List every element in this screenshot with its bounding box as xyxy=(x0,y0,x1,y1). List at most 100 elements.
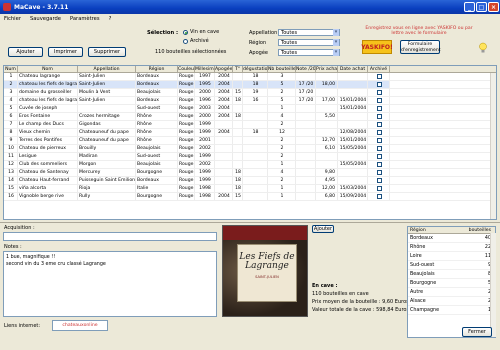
column-header[interactable]: Nb bouteilles xyxy=(268,66,296,72)
add-button[interactable]: Ajouter xyxy=(8,47,43,57)
radio-selected-icon xyxy=(183,29,188,35)
archived-checkbox[interactable] xyxy=(368,97,390,104)
table-row[interactable]: 9 Terres des Pontifes Chateauneuf du pape R… xyxy=(4,137,496,145)
apogee-label: Apogée xyxy=(249,50,268,56)
registration-form-button[interactable]: Formulaire d'enregistrement xyxy=(400,40,441,54)
table-cell: 2004 xyxy=(215,129,233,136)
menu-fichier[interactable]: Fichier xyxy=(4,16,21,22)
appellation-select[interactable]: Toutes xyxy=(278,29,340,36)
table-cell: 1998 xyxy=(195,193,215,200)
internet-link[interactable]: chateauxonline xyxy=(52,320,108,331)
archived-checkbox[interactable] xyxy=(368,113,390,120)
table-cell xyxy=(296,153,316,160)
table-row[interactable]: 15 viña alcorta Rioja Italie Rouge 1998 18 1 12,… xyxy=(4,185,496,193)
menu-sauvegarde[interactable]: Sauvegarde xyxy=(30,16,61,22)
archived-checkbox[interactable] xyxy=(368,73,390,80)
column-header[interactable]: T° xyxy=(233,66,243,72)
add-photo-button[interactable]: Ajouter xyxy=(312,225,334,233)
archived-checkbox[interactable] xyxy=(368,89,390,96)
menu-help[interactable]: ? xyxy=(109,16,112,22)
table-row[interactable]: 16 Vignoble berge rive Rully Bourgogne Rouge… xyxy=(4,193,496,201)
table-cell: 1 xyxy=(4,73,18,80)
table-cell: 9,80 xyxy=(316,169,338,176)
radio-archived[interactable]: Archivé xyxy=(183,38,209,44)
table-row[interactable]: 8 Vieux chemin Chateauneuf du pape Rhône Rou… xyxy=(4,129,496,137)
close-button[interactable]: × xyxy=(488,2,499,12)
table-cell: Rouge xyxy=(179,73,195,80)
region-row[interactable]: Bourgogne 5 xyxy=(408,279,495,288)
column-header[interactable]: Prix achat xyxy=(316,66,338,72)
region-row[interactable]: Sud-ouest 9 xyxy=(408,261,495,270)
table-cell: Le champ des Ducs xyxy=(18,121,78,128)
region-row[interactable]: Loire 11 xyxy=(408,252,495,261)
table-row[interactable]: 7 Le champ des Ducs Gigondas Rhône Rouge 1999… xyxy=(4,121,496,129)
table-row[interactable]: 10 Chateau de pierreux Brouilly Beaujolais R… xyxy=(4,145,496,153)
column-header[interactable]: dégustation xyxy=(243,66,268,72)
column-header[interactable]: Région xyxy=(136,66,178,72)
yaskifo-logo[interactable]: YASKIFO! xyxy=(361,40,393,54)
archived-checkbox[interactable] xyxy=(368,129,390,136)
region-table-scrollbar[interactable] xyxy=(490,233,496,337)
radio-in-cellar[interactable]: Vin en cave xyxy=(183,29,219,35)
delete-button[interactable]: Supprimer xyxy=(88,47,126,57)
column-header[interactable]: Apogée xyxy=(215,66,233,72)
archived-checkbox[interactable] xyxy=(368,185,390,192)
table-cell: Sud-ouest xyxy=(136,153,178,160)
print-button[interactable]: Imprimer xyxy=(48,47,83,57)
table-row[interactable]: 2chateau les fiefs de lagrangeSaint-Juli… xyxy=(4,81,496,89)
table-cell: 19 xyxy=(243,89,268,96)
acquisition-field[interactable] xyxy=(3,232,217,241)
column-header[interactable]: Appellation xyxy=(78,66,136,72)
column-header[interactable]: Couleur xyxy=(178,66,195,72)
column-header[interactable]: Num xyxy=(4,66,18,72)
region-row[interactable]: Beaujolais 8 xyxy=(408,270,495,279)
wine-table: Num Nom Appellation Région Couleur Millesime A… xyxy=(3,65,497,220)
table-row[interactable]: 4chateau les fiefs de lagrangeSaint-Juli… xyxy=(4,97,496,105)
table-row[interactable]: 11 Lesigue Madiran Sud-ouest Rouge 1999 2 xyxy=(4,153,496,161)
archived-checkbox[interactable] xyxy=(368,145,390,152)
column-header[interactable]: Nom xyxy=(18,66,78,72)
region-row[interactable]: Bordeaux 40 xyxy=(408,234,495,243)
table-cell xyxy=(233,105,243,112)
table-cell xyxy=(233,161,243,168)
minimize-button[interactable]: _ xyxy=(464,2,475,12)
menu-parametres[interactable]: Paramètres xyxy=(70,16,100,22)
table-cell: Beaujolais xyxy=(136,145,178,152)
region-row[interactable]: Champagne 1 xyxy=(408,306,495,315)
column-header[interactable]: Archivé xyxy=(368,66,390,72)
table-row[interactable]: 5 Cuvée de joseph Sud-ouest Rouge 2003 2004 1 1… xyxy=(4,105,496,113)
region-name: Alsace xyxy=(410,299,426,304)
archived-checkbox[interactable] xyxy=(368,81,390,88)
archived-checkbox[interactable] xyxy=(368,169,390,176)
archived-checkbox[interactable] xyxy=(368,153,390,160)
region-row[interactable]: Alsace 2 xyxy=(408,297,495,306)
apogee-select[interactable]: Toutes xyxy=(278,49,340,56)
archived-checkbox[interactable] xyxy=(368,161,390,168)
table-cell: 3 xyxy=(268,73,296,80)
table-row[interactable]: 1 Chateau lagrange Saint-Julien Bordeaux Rou… xyxy=(4,73,496,81)
wine-table-scrollbar[interactable] xyxy=(490,73,496,219)
table-cell: Rouge xyxy=(179,121,195,128)
table-cell: Chateau Haut-ferrand xyxy=(18,177,78,184)
archived-checkbox[interactable] xyxy=(368,177,390,184)
notes-field[interactable]: 1 bue, magnifique !! second vin du 3 eme… xyxy=(3,251,217,317)
table-row[interactable]: 12 Club des sommeliers Morgon Beaujolais Rou… xyxy=(4,161,496,169)
archived-checkbox[interactable] xyxy=(368,105,390,112)
table-cell: 1996 xyxy=(195,97,215,104)
column-header[interactable]: Date achat xyxy=(338,66,368,72)
archived-checkbox[interactable] xyxy=(368,193,390,200)
region-select[interactable]: Toutes xyxy=(278,39,340,46)
column-header[interactable]: Millesime xyxy=(195,66,215,72)
close-app-button[interactable]: Fermer xyxy=(462,327,492,337)
archived-checkbox[interactable] xyxy=(368,137,390,144)
region-row[interactable]: Autre 2 xyxy=(408,288,495,297)
archived-checkbox[interactable] xyxy=(368,121,390,128)
table-row[interactable]: 14 Chateau Haut-ferrand Puisseguin Saint E… xyxy=(4,177,496,185)
column-header[interactable]: Note /20 xyxy=(296,66,316,72)
maximize-button[interactable]: □ xyxy=(476,2,487,12)
table-cell: 16 xyxy=(243,97,268,104)
table-row[interactable]: 13 Chateau de Santenay Mercurey Bourgogne Ro… xyxy=(4,169,496,177)
table-row[interactable]: 3 domaine du grosseiller Moulin à Vent Beau… xyxy=(4,89,496,97)
region-row[interactable]: Rhône 22 xyxy=(408,243,495,252)
table-row[interactable]: 6 Eros Fontaine Crozes hermitage Rhône Rouge… xyxy=(4,113,496,121)
